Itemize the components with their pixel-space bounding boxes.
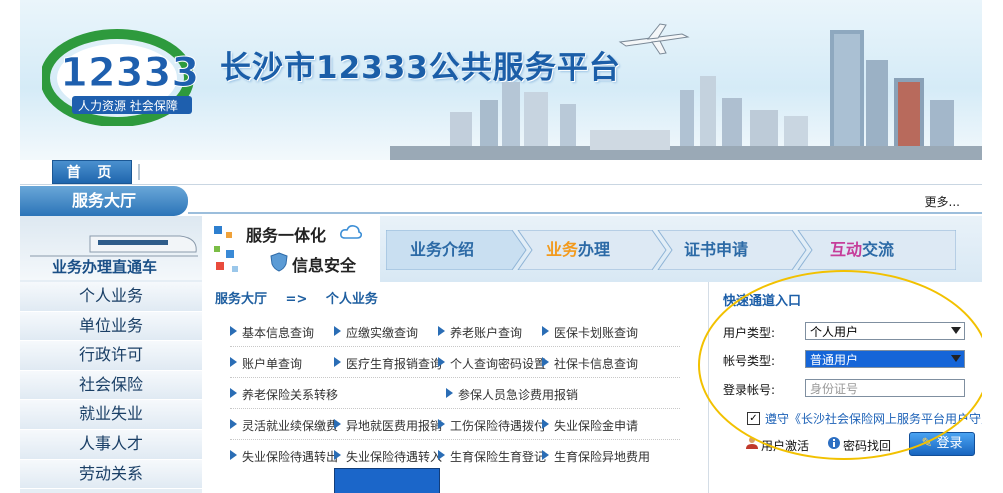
service-link[interactable]: 参保人员急诊费用报销 — [446, 386, 578, 403]
account-type-select[interactable]: 普通用户 — [805, 350, 965, 368]
sidebar-item-labor[interactable]: 劳动关系 — [20, 459, 202, 490]
sidebar-item-personal[interactable]: 个人业务 — [20, 282, 202, 312]
service-row: 账户单查询 医疗生育报销查询 个人查询密码设置 社保卡信息查询 — [230, 347, 680, 378]
quick-access-panel: 快速通道入口 用户类型: 个人用户 帐号类型: 普通用户 登录帐号: 身份证号 … — [708, 282, 982, 493]
service-strip: 服务一体化 信息安全 业务介绍 业务办理 证书申请 互动交流 — [206, 216, 982, 282]
sidebar-item-employment[interactable]: 就业失业 — [20, 400, 202, 430]
sidebar-item-admin-license[interactable]: 行政许可 — [20, 341, 202, 371]
service-link[interactable]: 养老账户查询 — [438, 324, 522, 341]
service-link[interactable]: 医疗生育报销查询 — [334, 355, 442, 372]
service-link[interactable]: 账户单查询 — [230, 355, 302, 372]
step2-a: 业务 — [546, 240, 579, 259]
hall-divider — [188, 212, 982, 214]
step2-b: 办理 — [578, 240, 611, 259]
service-link[interactable]: 养老保险关系转移 — [230, 386, 338, 403]
user-type-label: 用户类型: — [723, 326, 776, 340]
sidebar-item-unit[interactable]: 单位业务 — [20, 311, 202, 342]
step-business-intro[interactable]: 业务介绍 — [410, 230, 474, 270]
breadcrumb-arrow: => — [285, 292, 308, 307]
login-button-label: 登录 — [936, 436, 963, 451]
cloud-icon — [340, 225, 362, 239]
user-icon — [746, 437, 758, 449]
city-skyline-image — [390, 23, 982, 160]
svg-text:12333: 12333 — [60, 50, 199, 96]
info-icon — [828, 437, 840, 449]
service-links: 基本信息查询 应缴实缴查询 养老账户查询 医保卡划账查询 账户单查询 医疗生育报… — [230, 316, 680, 470]
service-link[interactable]: 医保卡划账查询 — [542, 324, 638, 341]
step3-b: 申请 — [716, 240, 749, 259]
login-account-input[interactable]: 身份证号 — [805, 379, 965, 397]
sidebar: 业务办理直通车 个人业务 单位业务 行政许可 社会保险 就业失业 人事人才 劳动… — [20, 216, 202, 493]
agree-checkbox[interactable]: ✓ — [747, 412, 760, 425]
badge-line1: 服务一体化 — [246, 226, 327, 245]
step-business-handling[interactable]: 业务办理 — [546, 230, 610, 270]
pen-icon: ✎ — [921, 436, 933, 451]
step4-b: 交流 — [862, 240, 895, 259]
step1-b: 介绍 — [442, 240, 475, 259]
shield-icon — [270, 252, 288, 272]
step3-a: 证书 — [684, 240, 717, 259]
service-row: 失业保险待遇转出 失业保险待遇转入 生育保险生育登记 生育保险异地费用 — [230, 440, 680, 470]
service-hall-tab[interactable]: 服务大厅 — [20, 186, 188, 216]
service-link[interactable]: 失业保险金申请 — [542, 417, 638, 434]
service-link[interactable]: 个人查询密码设置 — [438, 355, 546, 372]
chevron-down-icon — [951, 355, 961, 362]
sidebar-item-personnel[interactable]: 人事人才 — [20, 429, 202, 460]
breadcrumb-current[interactable]: 个人业务 — [326, 292, 378, 307]
chevron-down-icon — [951, 327, 961, 334]
service-link[interactable]: 工伤保险待遇拨付 — [438, 417, 546, 434]
step-certificate-apply[interactable]: 证书申请 — [684, 230, 748, 270]
step1-a: 业务 — [410, 240, 443, 259]
quick-title: 快速通道入口 — [723, 294, 802, 309]
service-link[interactable]: 社保卡信息查询 — [542, 355, 638, 372]
process-steps: 业务介绍 业务办理 证书申请 互动交流 — [386, 230, 956, 270]
train-banner[interactable]: 业务办理直通车 — [20, 216, 202, 280]
service-badge: 服务一体化 信息安全 — [206, 216, 380, 282]
service-row: 养老保险关系转移 参保人员急诊费用报销 — [230, 378, 680, 409]
step-interactive-exchange[interactable]: 互动交流 — [830, 230, 894, 270]
badge-line2: 信息安全 — [292, 256, 357, 275]
header-banner: 12333 人力资源 社会保障 长沙市12333公共服务平台 — [20, 0, 982, 160]
user-activate-link[interactable]: 用户激活 — [761, 437, 809, 454]
login-button[interactable]: ✎ 登录 — [909, 432, 975, 456]
agree-terms-link[interactable]: 遵守《长沙社会保险网上服务平台用户守则》 — [765, 410, 982, 427]
account-type-label: 帐号类型: — [723, 354, 776, 368]
sidebar-menu: 个人业务 单位业务 行政许可 社会保险 就业失业 人事人才 劳动关系 — [20, 282, 202, 490]
sidebar-item-social-insurance[interactable]: 社会保险 — [20, 370, 202, 401]
service-link[interactable]: 应缴实缴查询 — [334, 324, 418, 341]
train-label: 业务办理直通车 — [52, 258, 158, 276]
service-link[interactable]: 生育保险异地费用 — [542, 448, 650, 465]
logo-tagline: 人力资源 社会保障 — [78, 98, 178, 113]
main-nav: 首 页 — [20, 160, 982, 185]
service-row: 基本信息查询 应缴实缴查询 养老账户查询 医保卡划账查询 — [230, 316, 680, 347]
breadcrumb: 服务大厅 => 个人业务 — [215, 288, 392, 307]
login-account-label: 登录帐号: — [723, 383, 776, 397]
service-row: 灵活就业续保缴费 异地就医费用报销 工伤保险待遇拨付 失业保险金申请 — [230, 409, 680, 440]
service-hall-bar: 服务大厅 更多... — [20, 186, 982, 216]
breadcrumb-root[interactable]: 服务大厅 — [215, 292, 267, 307]
mosaic-icon — [214, 226, 238, 272]
step4-a: 互动 — [830, 240, 863, 259]
nav-divider — [138, 164, 140, 180]
service-link[interactable]: 灵活就业续保缴费 — [230, 417, 338, 434]
password-recover-link[interactable]: 密码找回 — [843, 437, 891, 454]
page: 12333 人力资源 社会保障 长沙市12333公共服务平台 首 页 服务大厅 … — [20, 0, 982, 493]
service-link[interactable]: 失业保险待遇转入 — [334, 448, 442, 465]
more-link[interactable]: 更多... — [925, 193, 960, 210]
user-type-select[interactable]: 个人用户 — [805, 322, 965, 340]
service-link[interactable]: 失业保险待遇转出 — [230, 448, 338, 465]
account-type-value: 普通用户 — [810, 353, 859, 367]
12333-logo: 12333 人力资源 社会保障 — [42, 29, 200, 126]
user-type-value: 个人用户 — [810, 325, 859, 339]
tab-home[interactable]: 首 页 — [52, 160, 132, 184]
service-link[interactable]: 基本信息查询 — [230, 324, 314, 341]
service-link[interactable]: 生育保险生育登记 — [438, 448, 546, 465]
bottom-banner-box — [334, 468, 440, 493]
service-link[interactable]: 异地就医费用报销 — [334, 417, 442, 434]
